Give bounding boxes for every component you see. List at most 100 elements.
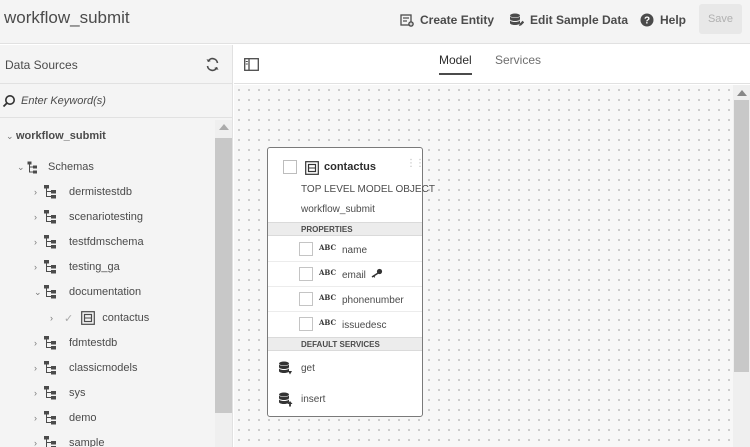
schema-tree-icon: [44, 336, 56, 350]
schema-tree-icon: [44, 235, 56, 249]
property-name: name: [342, 245, 368, 256]
property-checkbox[interactable]: [299, 317, 313, 331]
edit-sample-data-label: Edit Sample Data: [530, 13, 629, 27]
property-checkbox[interactable]: [299, 267, 313, 281]
database-insert-icon: [279, 392, 293, 407]
chevron-right-icon[interactable]: ›: [34, 363, 44, 373]
tree-item-classicmodels[interactable]: › classicmodels: [34, 358, 137, 378]
canvas-scrollbar[interactable]: [733, 85, 750, 447]
property-name: email: [342, 270, 366, 281]
chevron-down-icon[interactable]: ⌄: [17, 162, 27, 173]
property-row-issuedesc[interactable]: ABC issuedesc: [268, 312, 422, 337]
refresh-icon[interactable]: [205, 57, 220, 72]
tree-item-contactus[interactable]: › ✓ contactus: [50, 308, 149, 328]
entity-name: contactus: [324, 161, 376, 173]
property-row-name[interactable]: ABC name: [268, 237, 422, 262]
chevron-right-icon[interactable]: ›: [34, 413, 44, 423]
tree-scrollbar-thumb[interactable]: [215, 138, 232, 413]
tree-item-testing-ga[interactable]: › testing_ga: [34, 257, 120, 277]
chevron-right-icon[interactable]: ›: [34, 262, 44, 272]
drag-handle-icon[interactable]: ⋮⋮: [406, 158, 425, 169]
data-sources-panel: Data Sources ⌄ workflow_submit ⌄ Schemas…: [0, 45, 233, 447]
entity-source: workflow_submit: [301, 204, 375, 215]
schema-tree-icon: [44, 411, 56, 425]
toggle-side-panel-icon[interactable]: [244, 58, 259, 71]
chevron-right-icon[interactable]: ›: [50, 313, 60, 323]
tree-root-workflow-submit[interactable]: ⌄ workflow_submit: [6, 126, 106, 146]
tree-item-label: Schemas: [48, 161, 94, 173]
tree-item-sys[interactable]: › sys: [34, 383, 86, 403]
svg-text:?: ?: [644, 16, 650, 27]
chevron-right-icon[interactable]: ›: [34, 187, 44, 197]
database-get-icon: [279, 361, 292, 375]
scroll-up-icon[interactable]: [219, 124, 229, 130]
data-sources-title: Data Sources: [5, 58, 78, 72]
tree-item-sample[interactable]: › sample: [34, 433, 104, 447]
help-icon: ?: [640, 13, 654, 27]
primary-key-icon: [371, 268, 383, 278]
tree-item-dermistestdb[interactable]: › dermistestdb: [34, 182, 132, 202]
property-row-email[interactable]: ABC email: [268, 262, 422, 287]
tree-item-label: demo: [69, 412, 97, 424]
tree-scrollbar[interactable]: [215, 120, 232, 447]
schema-tree-icon: [44, 185, 56, 199]
schema-tree-icon: [27, 161, 37, 173]
service-row-get[interactable]: get: [268, 353, 422, 383]
schema-tree-icon: [44, 386, 56, 400]
tree-item-label: testing_ga: [69, 261, 120, 273]
app-title: workflow_submit: [4, 8, 130, 27]
chevron-right-icon[interactable]: ›: [34, 237, 44, 247]
tree-item-demo[interactable]: › demo: [34, 408, 97, 428]
chevron-down-icon[interactable]: ⌄: [6, 131, 16, 142]
database-edit-icon: [510, 13, 524, 26]
string-type-icon: ABC: [319, 293, 337, 302]
service-name: insert: [301, 394, 326, 405]
edit-sample-data-button[interactable]: Edit Sample Data: [509, 11, 628, 29]
help-button[interactable]: ? Help: [640, 11, 686, 29]
chevron-down-icon[interactable]: ⌄: [34, 287, 44, 298]
entity-card-contactus[interactable]: contactus ⋮⋮ TOP LEVEL MODEL OBJECT work…: [267, 147, 435, 417]
service-row-insert[interactable]: insert: [268, 384, 422, 414]
tree-item-schemas[interactable]: ⌄ Schemas: [17, 157, 94, 177]
create-entity-button[interactable]: Create Entity: [400, 11, 494, 29]
schema-tree-icon: [44, 436, 56, 447]
string-type-icon: ABC: [319, 318, 337, 327]
property-name: issuedesc: [342, 320, 387, 331]
help-label: Help: [660, 13, 687, 27]
schema-tree-icon: [44, 210, 56, 224]
string-type-icon: ABC: [319, 243, 337, 252]
canvas-scrollbar-thumb[interactable]: [734, 100, 749, 372]
tree-item-fdmtestdb[interactable]: › fdmtestdb: [34, 333, 117, 353]
tree-item-label: scenariotesting: [69, 211, 143, 223]
tree-item-scenariotesting[interactable]: › scenariotesting: [34, 207, 143, 227]
properties-header: PROPERTIES: [268, 222, 422, 236]
search-input[interactable]: [21, 92, 211, 110]
schema-tree-icon: [44, 285, 56, 299]
property-row-phonenumber[interactable]: ABC phonenumber: [268, 287, 422, 312]
property-checkbox[interactable]: [299, 292, 313, 306]
chevron-right-icon[interactable]: ›: [34, 388, 44, 398]
tree-item-documentation[interactable]: ⌄ documentation: [34, 282, 141, 302]
tree-item-label: fdmtestdb: [69, 337, 118, 349]
property-name: phonenumber: [342, 295, 404, 306]
create-entity-icon: [400, 14, 414, 27]
data-sources-header: Data Sources: [0, 45, 232, 84]
chevron-right-icon[interactable]: ›: [34, 438, 44, 447]
tree-item-label: dermistestdb: [69, 186, 132, 198]
save-button[interactable]: Save: [699, 4, 742, 34]
entity-select-checkbox[interactable]: [283, 160, 297, 174]
tab-model[interactable]: Model: [439, 53, 472, 75]
tab-services[interactable]: Services: [495, 53, 541, 84]
search-icon: [2, 95, 15, 108]
create-entity-label: Create Entity: [420, 13, 495, 27]
tree-item-testfdmschema[interactable]: › testfdmschema: [34, 232, 144, 252]
default-services-header: DEFAULT SERVICES: [268, 337, 422, 351]
scroll-up-icon[interactable]: [737, 90, 747, 96]
property-checkbox[interactable]: [299, 242, 313, 256]
search-bar: [0, 85, 232, 118]
chevron-right-icon[interactable]: ›: [34, 338, 44, 348]
entity-subtitle: TOP LEVEL MODEL OBJECT: [301, 184, 435, 195]
entity-icon: [81, 311, 96, 325]
chevron-right-icon[interactable]: ›: [34, 212, 44, 222]
entity-icon: [305, 161, 319, 175]
